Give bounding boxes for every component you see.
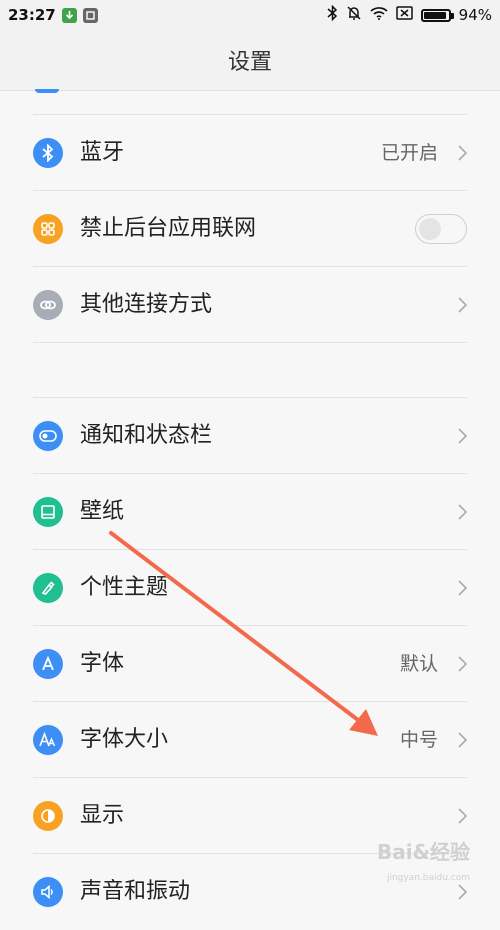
watermark: Bai&经验: [376, 840, 470, 864]
watermark-url: jingyan.baidu.com: [386, 873, 470, 883]
annotation-arrow: [109, 531, 378, 736]
